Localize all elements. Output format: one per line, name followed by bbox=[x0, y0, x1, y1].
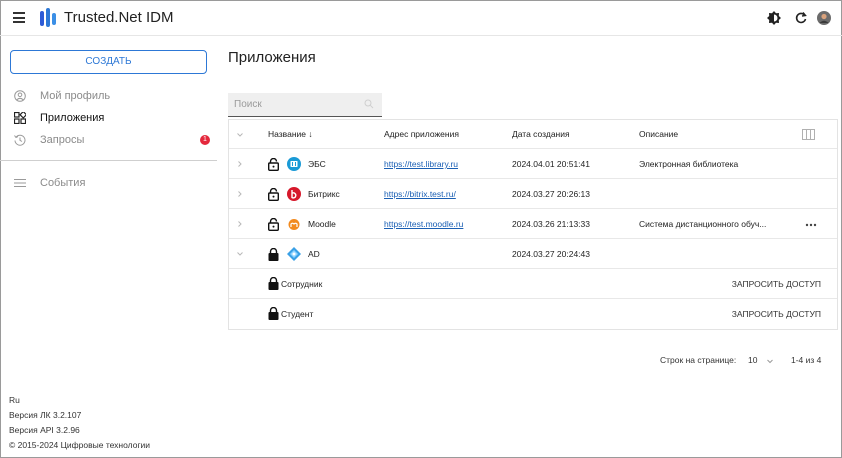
app-description: Система дистанционного обуч... bbox=[639, 219, 767, 229]
version-lk: Версия ЛК 3.2.107 bbox=[9, 410, 82, 420]
language-switch[interactable]: Ru bbox=[9, 395, 20, 405]
refresh-icon[interactable] bbox=[794, 11, 808, 25]
chevron-right-icon[interactable] bbox=[235, 219, 245, 229]
moodle-icon bbox=[288, 219, 300, 230]
request-access-button[interactable]: ЗАПРОСИТЬ ДОСТУП bbox=[732, 270, 821, 299]
menu-icon[interactable] bbox=[13, 12, 25, 23]
profile-icon bbox=[14, 90, 26, 102]
theme-toggle-icon[interactable] bbox=[767, 11, 781, 25]
unlock-icon bbox=[268, 158, 279, 171]
bitrix-icon bbox=[287, 187, 301, 201]
rows-per-page-label: Строк на странице: bbox=[660, 355, 737, 365]
user-avatar[interactable] bbox=[817, 11, 831, 25]
sidebar-item-requests[interactable]: Запросы 1 bbox=[14, 132, 210, 150]
rows-per-page-value: 10 bbox=[748, 355, 758, 365]
chevron-right-icon[interactable] bbox=[235, 159, 245, 169]
requests-count-badge: 1 bbox=[200, 135, 210, 145]
rows-per-page-select[interactable]: 10 bbox=[748, 355, 774, 365]
lock-icon bbox=[268, 307, 279, 320]
column-header-created[interactable]: Дата создания bbox=[512, 120, 570, 149]
sidebar-item-profile[interactable]: Мой профиль bbox=[14, 88, 210, 106]
column-header-name[interactable]: Название ↓ bbox=[268, 120, 313, 149]
search-input[interactable] bbox=[228, 93, 363, 116]
apps-grid-icon bbox=[14, 112, 26, 124]
table-row[interactable]: Moodle https://test.moodle.ru 2024.03.26… bbox=[229, 210, 837, 239]
search-icon[interactable] bbox=[364, 99, 374, 109]
page-title: Приложения bbox=[228, 49, 316, 66]
table-row[interactable]: ЭБС https://test.library.ru 2024.04.01 2… bbox=[229, 150, 837, 179]
copyright: © 2015-2024 Цифровые технологии bbox=[9, 440, 151, 450]
sidebar-divider bbox=[0, 160, 217, 161]
sidebar-item-apps[interactable]: Приложения bbox=[14, 110, 210, 128]
table-row[interactable]: AD 2024.03.27 20:24:43 bbox=[229, 240, 837, 269]
top-bar: Trusted.Net IDM bbox=[0, 0, 842, 36]
app-name: Moodle bbox=[308, 219, 336, 229]
column-header-url[interactable]: Адрес приложения bbox=[384, 120, 459, 149]
sidebar-item-label: События bbox=[40, 177, 86, 189]
pagination-range: 1-4 из 4 bbox=[791, 355, 822, 365]
role-row: Студент ЗАПРОСИТЬ ДОСТУП bbox=[229, 300, 837, 329]
app-url-link[interactable]: https://test.library.ru bbox=[384, 150, 458, 179]
app-url-link[interactable]: https://test.moodle.ru bbox=[384, 210, 463, 239]
table-row[interactable]: Битрикс https://bitrix.test.ru/ 2024.03.… bbox=[229, 180, 837, 209]
role-row: Сотрудник ЗАПРОСИТЬ ДОСТУП bbox=[229, 270, 837, 299]
ad-icon bbox=[287, 247, 301, 261]
role-name: Студент bbox=[281, 309, 314, 319]
more-options-icon[interactable] bbox=[805, 223, 817, 227]
app-name: Битрикс bbox=[308, 189, 340, 199]
search-field[interactable] bbox=[228, 93, 382, 117]
unlock-icon bbox=[268, 188, 279, 201]
columns-settings-icon[interactable] bbox=[802, 129, 815, 140]
chevron-right-icon[interactable] bbox=[235, 189, 245, 199]
app-description: Электронная библиотека bbox=[639, 159, 739, 169]
history-icon bbox=[14, 134, 26, 146]
app-name: ЭБС bbox=[308, 159, 326, 169]
apps-table: Название ↓ Адрес приложения Дата создани… bbox=[228, 119, 838, 330]
lock-icon bbox=[268, 248, 279, 261]
list-icon bbox=[14, 179, 26, 187]
library-icon bbox=[287, 157, 301, 171]
version-api: Версия API 3.2.96 bbox=[9, 425, 80, 435]
app-created: 2024.03.26 21:13:33 bbox=[512, 219, 590, 229]
sidebar-item-label: Приложения bbox=[40, 112, 105, 124]
app-title: Trusted.Net IDM bbox=[64, 9, 174, 26]
role-name: Сотрудник bbox=[281, 279, 323, 289]
sidebar-item-events[interactable]: События bbox=[14, 175, 210, 193]
table-header: Название ↓ Адрес приложения Дата создани… bbox=[229, 120, 837, 149]
app-created: 2024.03.27 20:26:13 bbox=[512, 189, 590, 199]
sidebar-item-label: Запросы bbox=[40, 134, 85, 146]
chevron-down-icon bbox=[766, 359, 773, 363]
app-name: AD bbox=[308, 249, 320, 259]
request-access-button[interactable]: ЗАПРОСИТЬ ДОСТУП bbox=[732, 300, 821, 329]
unlock-icon bbox=[268, 218, 279, 231]
create-button[interactable]: СОЗДАТЬ bbox=[10, 50, 207, 74]
chevron-down-icon[interactable] bbox=[235, 249, 245, 259]
app-created: 2024.04.01 20:51:41 bbox=[512, 159, 590, 169]
sidebar-item-label: Мой профиль bbox=[40, 90, 111, 102]
app-url-link[interactable]: https://bitrix.test.ru/ bbox=[384, 180, 456, 209]
app-created: 2024.03.27 20:24:43 bbox=[512, 249, 590, 259]
column-header-description[interactable]: Описание bbox=[639, 120, 678, 149]
expand-all-icon[interactable] bbox=[235, 130, 245, 140]
lock-icon bbox=[268, 277, 279, 290]
app-logo bbox=[40, 8, 56, 27]
